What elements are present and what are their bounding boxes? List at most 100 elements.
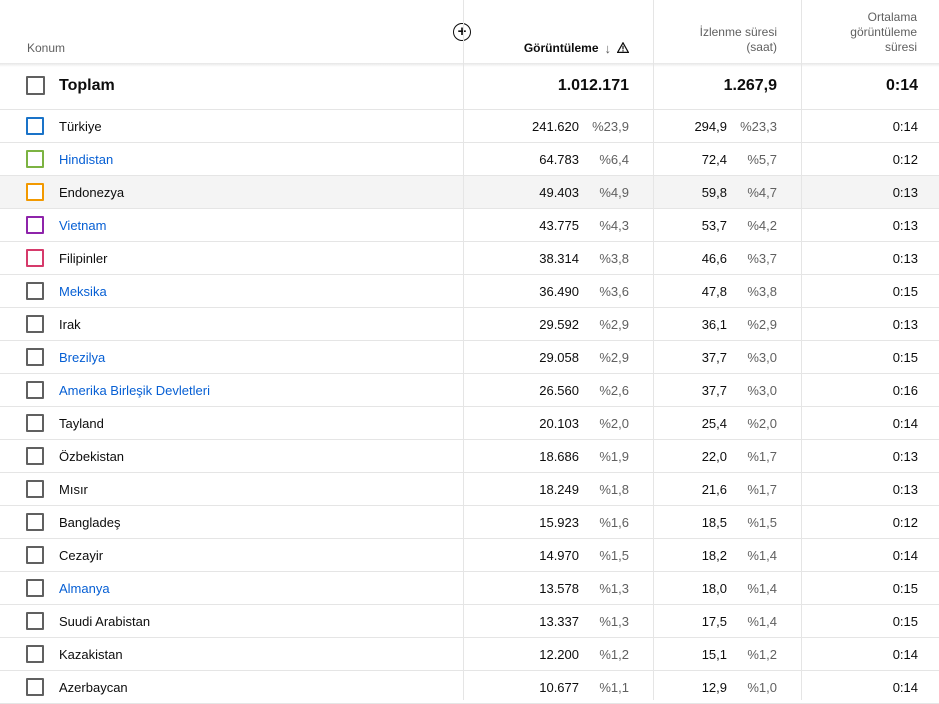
table-row[interactable]: Filipinler 38.314 %3,8 46,6 %3,7 0:13 [0,242,939,275]
row-checkbox[interactable] [26,513,44,531]
table-row[interactable]: Hindistan 64.783 %6,4 72,4 %5,7 0:12 [0,143,939,176]
row-checkbox[interactable] [26,579,44,597]
header-views-cell: Görüntüleme ↓ [463,0,653,63]
row-watch: 21,6 [701,482,727,497]
row-avg: 0:14 [892,119,918,134]
row-watch: 17,5 [701,614,727,629]
header-avg-line1: Ortalama [867,10,917,24]
row-checkbox[interactable] [26,645,44,663]
row-checkbox[interactable] [26,612,44,630]
row-views: 26.560 [539,383,579,398]
table-row[interactable]: Amerika Birleşik Devletleri 26.560 %2,6 37,… [0,374,939,407]
row-location-name[interactable]: Meksika [59,284,107,299]
row-location-name[interactable]: Amerika Birleşik Devletleri [59,383,210,398]
row-checkbox[interactable] [26,480,44,498]
row-views: 36.490 [539,284,579,299]
header-watch-cell: İzlenme süresi (saat) [653,0,801,63]
table-row[interactable]: Almanya 13.578 %1,3 18,0 %1,4 0:15 [0,572,939,605]
table-row[interactable]: Azerbaycan 10.677 %1,1 12,9 %1,0 0:14 [0,671,939,704]
row-avg: 0:13 [892,482,918,497]
row-checkbox[interactable] [26,348,44,366]
row-watch: 294,9 [694,119,727,134]
table-row[interactable]: Brezilya 29.058 %2,9 37,7 %3,0 0:15 [0,341,939,374]
header-watch[interactable]: İzlenme süresi (saat) [700,25,777,55]
row-avg: 0:12 [892,152,918,167]
row-watch-pct: %4,2 [747,218,777,233]
warning-icon[interactable] [616,41,630,56]
row-watch-pct: %1,5 [747,515,777,530]
row-views: 241.620 [532,119,579,134]
table-row[interactable]: Cezayir 14.970 %1,5 18,2 %1,4 0:14 [0,539,939,572]
row-checkbox[interactable] [26,282,44,300]
row-checkbox[interactable] [26,249,44,267]
row-location-name[interactable]: Brezilya [59,350,105,365]
row-views-pct: %2,0 [599,416,629,431]
row-avg: 0:15 [892,284,918,299]
row-checkbox[interactable] [26,315,44,333]
table-row[interactable]: Türkiye 241.620 %23,9 294,9 %23,3 0:14 [0,110,939,143]
row-watch-pct: %1,7 [747,482,777,497]
row-watch-pct: %3,8 [747,284,777,299]
row-avg: 0:15 [892,581,918,596]
row-watch: 25,4 [701,416,727,431]
row-views: 18.249 [539,482,579,497]
row-location-name[interactable]: Vietnam [59,218,106,233]
row-checkbox[interactable] [26,678,44,696]
row-watch-pct: %1,2 [747,647,777,662]
row-views: 18.686 [539,449,579,464]
row-views-pct: %1,8 [599,482,629,497]
table-row[interactable]: Vietnam 43.775 %4,3 53,7 %4,2 0:13 [0,209,939,242]
row-checkbox[interactable] [26,117,44,135]
total-label: Toplam [59,77,115,94]
row-views: 43.775 [539,218,579,233]
header-views-label: Görüntüleme [523,41,599,55]
row-views-pct: %2,6 [599,383,629,398]
row-checkbox[interactable] [26,447,44,465]
row-location-name: Suudi Arabistan [59,614,151,629]
row-views: 29.592 [539,317,579,332]
row-watch-pct: %2,0 [747,416,777,431]
row-views-pct: %4,3 [599,218,629,233]
row-avg: 0:13 [892,218,918,233]
table-row[interactable]: Meksika 36.490 %3,6 47,8 %3,8 0:15 [0,275,939,308]
row-checkbox[interactable] [26,546,44,564]
total-row: Toplam 1.012.171 1.267,9 0:14 [0,63,939,110]
total-checkbox[interactable] [26,76,45,95]
row-avg: 0:14 [892,548,918,563]
row-checkbox[interactable] [26,414,44,432]
table-row[interactable]: Mısır 18.249 %1,8 21,6 %1,7 0:13 [0,473,939,506]
row-checkbox[interactable] [26,216,44,234]
row-views-pct: %1,1 [599,680,629,695]
row-checkbox[interactable] [26,183,44,201]
header-views[interactable]: Görüntüleme ↓ [523,40,630,56]
header-watch-line1: İzlenme süresi [699,25,777,39]
row-avg: 0:13 [892,449,918,464]
table-row[interactable]: Özbekistan 18.686 %1,9 22,0 %1,7 0:13 [0,440,939,473]
row-location-name: Cezayir [59,548,104,563]
table-row[interactable]: Irak 29.592 %2,9 36,1 %2,9 0:13 [0,308,939,341]
row-watch: 47,8 [701,284,727,299]
row-location-name[interactable]: Hindistan [59,152,113,167]
row-checkbox[interactable] [26,381,44,399]
row-views: 15.923 [539,515,579,530]
table-row[interactable]: Tayland 20.103 %2,0 25,4 %2,0 0:14 [0,407,939,440]
arrow-down-icon[interactable]: ↓ [605,41,612,56]
row-watch-pct: %4,7 [747,185,777,200]
row-location-name[interactable]: Almanya [59,581,110,596]
row-location-name: Irak [59,317,81,332]
row-checkbox[interactable] [26,150,44,168]
table-row[interactable]: Bangladeş 15.923 %1,6 18,5 %1,5 0:12 [0,506,939,539]
header-konum[interactable]: Konum [27,41,65,55]
row-views: 10.677 [539,680,579,695]
header-avg[interactable]: Ortalama görüntüleme süresi [850,10,917,55]
row-watch-pct: %1,4 [747,614,777,629]
row-avg: 0:14 [892,416,918,431]
table-row[interactable]: Endonezya 49.403 %4,9 59,8 %4,7 0:13 [0,176,939,209]
header-watch-line2: (saat) [746,40,777,54]
table-row[interactable]: Kazakistan 12.200 %1,2 15,1 %1,2 0:14 [0,638,939,671]
header-avg-line2: görüntüleme [850,25,917,39]
table-row[interactable]: Suudi Arabistan 13.337 %1,3 17,5 %1,4 0:15 [0,605,939,638]
row-watch: 18,2 [701,548,727,563]
row-location-name: Türkiye [59,119,102,134]
row-views: 13.337 [539,614,579,629]
